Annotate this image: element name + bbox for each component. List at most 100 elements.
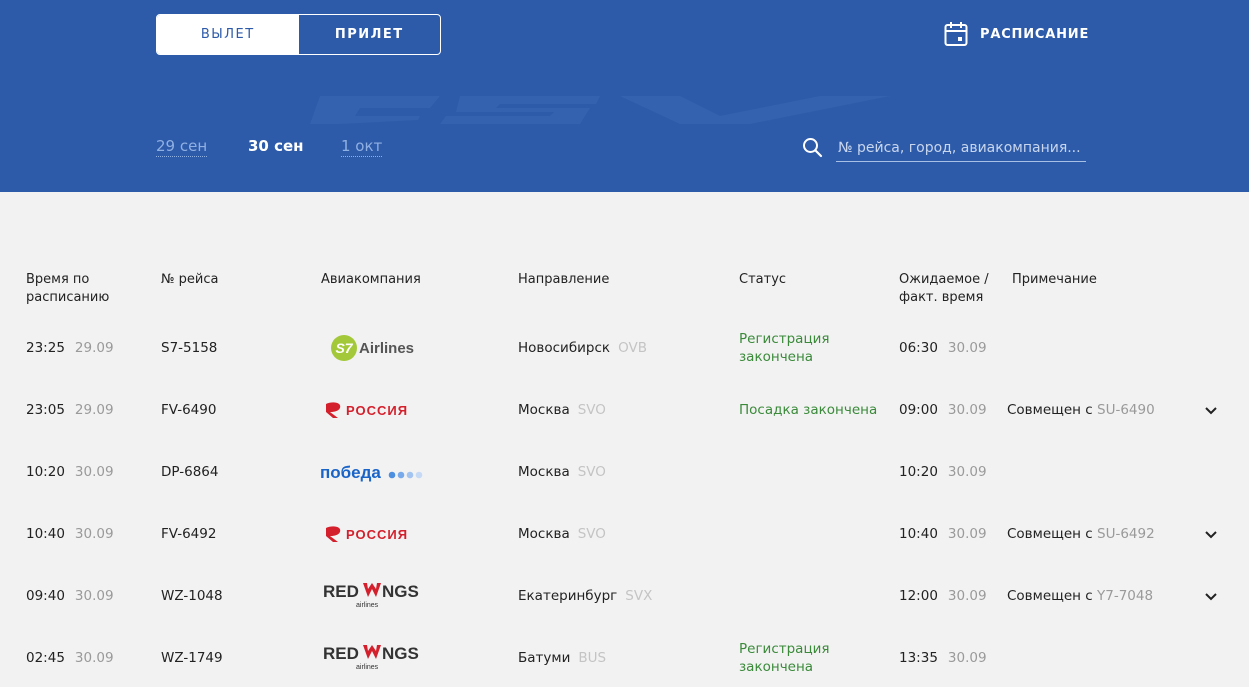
column-direction: Направление: [518, 272, 610, 287]
direction-cell: Батуми BUS: [518, 650, 606, 666]
scheduled-time: 09:40: [26, 588, 65, 604]
flight-status: Регистрация закончена: [739, 331, 830, 365]
flight-number: WZ-1048: [161, 588, 223, 604]
airport-code: SVX: [625, 588, 653, 604]
svg-text:RED: RED: [323, 644, 359, 663]
search-icon[interactable]: [802, 137, 823, 158]
note-cell: Совмещен с SU-6492: [1007, 526, 1155, 542]
date-30-sep[interactable]: 30 сен: [248, 137, 304, 156]
actual-time: 06:30: [899, 340, 938, 356]
redwings-logo: RED NGS airlines: [323, 582, 419, 609]
flight-number: DP-6864: [161, 464, 219, 480]
airport-code: SVO: [577, 464, 606, 480]
codeshare-flight: SU-6490: [1097, 402, 1155, 418]
chevron-down-icon[interactable]: [1203, 588, 1219, 604]
scheduled-date: 29.09: [74, 402, 114, 418]
airport-code: BUS: [578, 650, 607, 666]
tab-departures[interactable]: ВЫЛЕТ: [157, 15, 299, 54]
column-scheduled-time: Время по расписанию: [26, 272, 110, 305]
flight-status: Регистрация закончена: [739, 641, 830, 675]
destination-city: Екатеринбург: [518, 588, 618, 604]
hero-header: ВЫЛЕТ ПРИЛЕТ РАСПИСАНИЕ 29 сен 30 сен 1 …: [0, 0, 1249, 192]
direction-cell: Москва SVO: [518, 464, 606, 480]
scheduled-date: 30.09: [74, 650, 114, 666]
direction-cell: Новосибирск OVB: [518, 340, 647, 356]
column-actual-time: Ожидаемое / факт. время: [899, 272, 989, 305]
airline-logo: RED NGS airlines: [318, 641, 428, 675]
chevron-down-icon[interactable]: [1203, 526, 1219, 542]
svg-text:airlines: airlines: [356, 664, 379, 671]
scheduled-date: 30.09: [74, 588, 114, 604]
scheduled-time: 23:25: [26, 340, 65, 356]
svg-text:S7: S7: [335, 340, 353, 356]
scheduled-date: 30.09: [74, 526, 114, 542]
svg-text:победа: победа: [320, 463, 381, 482]
airline-logo: S7 Airlines: [318, 331, 428, 365]
chevron-down-icon[interactable]: [1203, 402, 1219, 418]
airport-code: SVO: [577, 526, 606, 542]
flight-number: FV-6492: [161, 526, 217, 542]
scheduled-time: 02:45: [26, 650, 65, 666]
note-prefix: Совмещен с: [1007, 588, 1097, 604]
flight-status: Посадка закончена: [739, 402, 878, 418]
actual-date: 30.09: [947, 402, 987, 418]
direction-toggle: ВЫЛЕТ ПРИЛЕТ: [156, 14, 441, 55]
svg-text:NGS: NGS: [382, 644, 419, 663]
svg-text:РОССИЯ: РОССИЯ: [346, 527, 408, 542]
scheduled-time-cell: 23:05 29.09: [26, 402, 114, 418]
table-row[interactable]: 10:20 30.09 DP-6864 победа Москва SVO 10:2…: [0, 441, 1249, 503]
airline-logo: РОССИЯ: [318, 517, 428, 551]
destination-city: Москва: [518, 464, 570, 480]
svg-text:airlines: airlines: [356, 602, 379, 609]
actual-date: 30.09: [947, 464, 987, 480]
column-note: Примечание: [1012, 272, 1097, 287]
actual-time-cell: 10:40 30.09: [899, 526, 987, 542]
table-row[interactable]: 10:40 30.09 FV-6492 РОССИЯ Москва SVO 10:4…: [0, 503, 1249, 565]
actual-date: 30.09: [947, 588, 987, 604]
search-input[interactable]: [836, 135, 1086, 162]
note-cell: Совмещен с SU-6490: [1007, 402, 1155, 418]
table-row[interactable]: 09:40 30.09 WZ-1048 RED NGS airlines Екат…: [0, 565, 1249, 627]
direction-cell: Москва SVO: [518, 402, 606, 418]
column-airline: Авиакомпания: [321, 272, 421, 287]
scheduled-time-cell: 10:40 30.09: [26, 526, 114, 542]
actual-time: 13:35: [899, 650, 938, 666]
scheduled-date: 29.09: [74, 340, 114, 356]
date-29-sep[interactable]: 29 сен: [156, 137, 208, 157]
direction-cell: Екатеринбург SVX: [518, 588, 652, 604]
table-row[interactable]: 23:05 29.09 FV-6490 РОССИЯ Москва SVO Поса…: [0, 379, 1249, 441]
svg-text:РОССИЯ: РОССИЯ: [346, 403, 408, 418]
airline-logo: победа: [318, 455, 428, 489]
rossiya-logo: РОССИЯ: [326, 526, 408, 542]
airport-code: SVO: [577, 402, 606, 418]
tab-arrivals[interactable]: ПРИЛЕТ: [299, 15, 441, 54]
actual-time-cell: 09:00 30.09: [899, 402, 987, 418]
airline-logo: РОССИЯ: [318, 393, 428, 427]
s7-airlines-logo: S7 Airlines: [331, 335, 414, 361]
airline-logo: RED NGS airlines: [318, 579, 428, 613]
svg-text:Airlines: Airlines: [359, 340, 414, 357]
flight-number: WZ-1749: [161, 650, 223, 666]
schedule-label: РАСПИСАНИЕ: [980, 26, 1090, 42]
airport-watermark: [310, 96, 890, 124]
scheduled-time: 10:40: [26, 526, 65, 542]
pobeda-logo: победа: [320, 463, 423, 482]
scheduled-time-cell: 02:45 30.09: [26, 650, 114, 666]
note-cell: Совмещен с Y7-7048: [1007, 588, 1153, 604]
codeshare-flight: Y7-7048: [1097, 588, 1154, 604]
redwings-logo: RED NGS airlines: [323, 644, 419, 671]
flight-number: S7-5158: [161, 340, 218, 356]
table-row[interactable]: 02:45 30.09 WZ-1749 RED NGS airlines Бату…: [0, 627, 1249, 687]
column-flight-number: № рейса: [161, 272, 219, 287]
table-row[interactable]: 23:25 29.09 S7-5158 S7 Airlines Новосибир…: [0, 317, 1249, 379]
scheduled-time: 23:05: [26, 402, 65, 418]
column-status: Статус: [739, 272, 787, 287]
schedule-link[interactable]: РАСПИСАНИЕ: [944, 21, 1089, 47]
svg-text:RED: RED: [323, 582, 359, 601]
actual-date: 30.09: [947, 340, 987, 356]
direction-cell: Москва SVO: [518, 526, 606, 542]
date-1-oct[interactable]: 1 окт: [341, 137, 383, 157]
scheduled-time-cell: 10:20 30.09: [26, 464, 114, 480]
actual-time-cell: 06:30 30.09: [899, 340, 987, 356]
actual-date: 30.09: [947, 526, 987, 542]
